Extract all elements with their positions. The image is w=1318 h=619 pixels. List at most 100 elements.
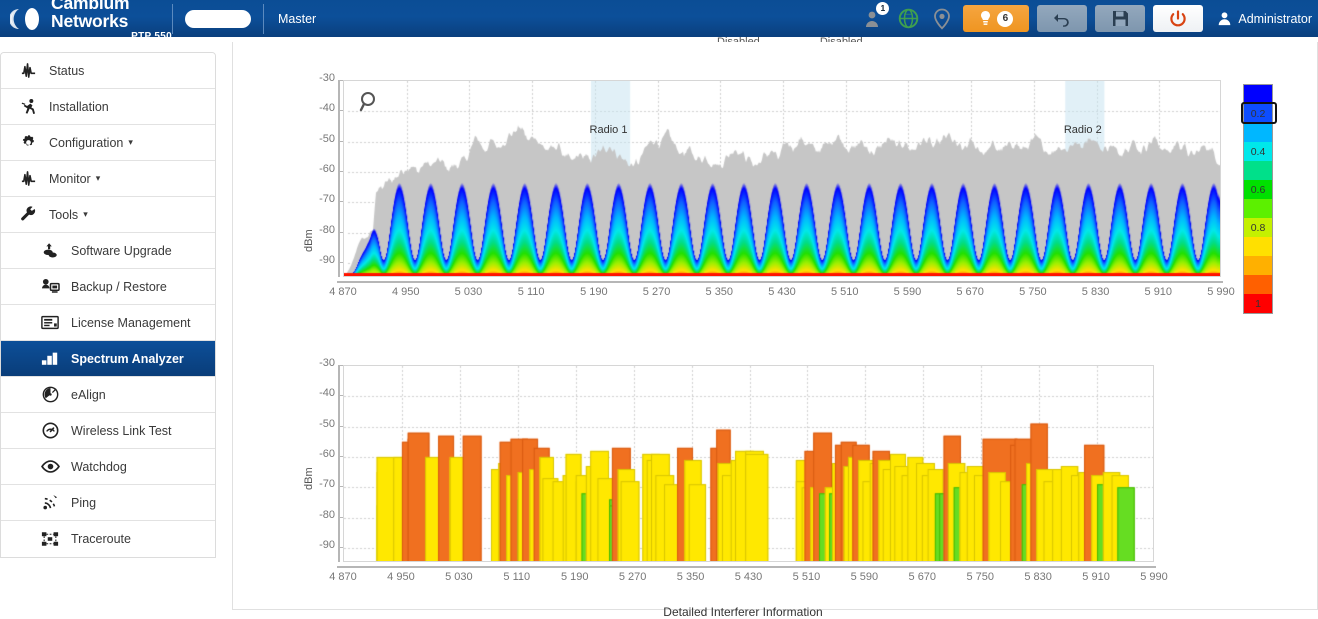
sidebar-item-label: Software Upgrade xyxy=(71,244,172,258)
save-button[interactable] xyxy=(1095,5,1145,32)
upload-server-icon xyxy=(37,242,63,259)
interferer-y-tick: -60 xyxy=(301,448,335,460)
runner-icon xyxy=(15,98,41,115)
interferer-x-tick: 5 190 xyxy=(545,571,605,583)
interferer-y-tick: -70 xyxy=(301,478,335,490)
device-name-pill[interactable] xyxy=(185,10,251,28)
sidebar-item-traceroute[interactable]: Traceroute xyxy=(1,521,215,557)
ping-signal-icon xyxy=(37,494,63,511)
bar-chart-icon xyxy=(37,351,63,366)
location-pin-icon[interactable] xyxy=(925,0,959,37)
interferer-y-tick: -40 xyxy=(301,387,335,399)
waterfall-y-tick: -40 xyxy=(301,102,335,114)
master-label: Master xyxy=(278,12,316,26)
sidebar-item-software-upgrade[interactable]: Software Upgrade xyxy=(1,233,215,269)
interferer-y-tick: -30 xyxy=(301,357,335,369)
power-button[interactable] xyxy=(1153,5,1203,32)
waterfall-x-tick: 5 110 xyxy=(501,286,561,298)
globe-icon[interactable] xyxy=(891,0,925,37)
interferer-x-tick: 5 110 xyxy=(487,571,547,583)
license-card-icon xyxy=(37,315,63,330)
brand-text: Cambium Networks PTP 550 xyxy=(51,0,172,42)
sidebar-item-label: Backup / Restore xyxy=(71,280,167,294)
waterfall-x-tick: 5 510 xyxy=(815,286,875,298)
legend-color-cell xyxy=(1244,237,1272,256)
alerts-button[interactable]: 6 xyxy=(963,5,1029,32)
header-divider-2 xyxy=(263,4,264,34)
spectrum-analyzer-content: dBm 0.20.40.60.81 -30-40-50-60-70-80-904… xyxy=(232,42,1318,610)
waterfall-x-tick: 5 350 xyxy=(689,286,749,298)
sidebar-item-label: Wireless Link Test xyxy=(71,424,172,438)
interferer-x-tick: 5 590 xyxy=(834,571,894,583)
alerts-count: 6 xyxy=(997,11,1013,27)
interferer-x-tick: 5 430 xyxy=(719,571,779,583)
waterfall-x-tick: 5 830 xyxy=(1066,286,1126,298)
sidebar-item-ping[interactable]: Ping xyxy=(1,485,215,521)
waterfall-x-tick: 5 430 xyxy=(752,286,812,298)
sidebar-item-label: Ping xyxy=(71,496,96,510)
sidebar-item-backup-restore[interactable]: Backup / Restore xyxy=(1,269,215,305)
sidebar-item-license-management[interactable]: License Management xyxy=(1,305,215,341)
legend-color-cell: 0.2 xyxy=(1244,104,1272,123)
eye-icon xyxy=(37,459,63,474)
radio-band-label: Radio 1 xyxy=(590,124,628,136)
legend-tick-label: 0.2 xyxy=(1244,108,1272,120)
sidebar-item-status[interactable]: Status xyxy=(1,53,215,89)
waterfall-x-tick: 5 750 xyxy=(1003,286,1063,298)
radio-band-label: Radio 2 xyxy=(1064,124,1102,136)
interferer-plot-area[interactable] xyxy=(343,365,1154,562)
undo-button[interactable] xyxy=(1037,5,1087,32)
interferer-x-tick: 5 030 xyxy=(429,571,489,583)
interferer-x-tick: 4 870 xyxy=(313,571,373,583)
user-sessions-badge: 1 xyxy=(876,2,889,15)
wrench-icon xyxy=(15,206,41,223)
interferer-x-tick: 5 990 xyxy=(1124,571,1184,583)
sidebar-item-label: License Management xyxy=(71,316,191,330)
waterfall-x-tick: 5 910 xyxy=(1128,286,1188,298)
brand-logo-block: Cambium Networks PTP 550 xyxy=(0,0,172,42)
sidebar-item-ealign[interactable]: eAlign xyxy=(1,377,215,413)
interferer-x-tick: 5 350 xyxy=(661,571,721,583)
sidebar-item-label: Monitor xyxy=(49,172,91,186)
legend-color-cell xyxy=(1244,85,1272,104)
waterfall-x-tick: 4 870 xyxy=(313,286,373,298)
sidebar-item-installation[interactable]: Installation xyxy=(1,89,215,125)
user-icon xyxy=(1217,11,1232,26)
chevron-down-icon: ▾ xyxy=(128,137,133,148)
sidebar-item-configuration[interactable]: Configuration▾ xyxy=(1,125,215,161)
user-sessions-icon[interactable]: 1 xyxy=(857,0,891,37)
sidebar-item-label: Traceroute xyxy=(71,532,131,546)
sidebar-item-tools[interactable]: Tools▾ xyxy=(1,197,215,233)
legend-color-cell: 0.4 xyxy=(1244,142,1272,161)
sidebar-item-label: Spectrum Analyzer xyxy=(71,352,184,366)
waterfall-x-tick: 5 190 xyxy=(564,286,624,298)
spectrum-waterfall-chart: dBm 0.20.40.60.81 -30-40-50-60-70-80-904… xyxy=(233,42,1318,310)
chevron-down-icon: ▾ xyxy=(96,173,101,184)
sidebar-item-wireless-link-test[interactable]: Wireless Link Test xyxy=(1,413,215,449)
waterfall-y-tick: -60 xyxy=(301,163,335,175)
interferer-x-tick: 5 510 xyxy=(776,571,836,583)
interferer-y-tick: -90 xyxy=(301,539,335,551)
waterfall-y-tick: -80 xyxy=(301,224,335,236)
waterfall-y-tick: -50 xyxy=(301,133,335,145)
waterfall-x-tick: 5 670 xyxy=(940,286,1000,298)
waveform-icon xyxy=(15,62,41,79)
magnifier-zoom-icon[interactable] xyxy=(358,90,382,120)
legend-tick-label: 0.4 xyxy=(1244,146,1272,158)
waterfall-y-axis-line xyxy=(338,80,340,277)
waterfall-plot-area[interactable] xyxy=(343,80,1221,277)
legend-color-cell xyxy=(1244,123,1272,142)
cambium-logo-icon xyxy=(10,4,44,34)
sidebar-item-spectrum-analyzer[interactable]: Spectrum Analyzer xyxy=(1,341,215,377)
sidebar-item-monitor[interactable]: Monitor ▾ xyxy=(1,161,215,197)
sidebar-item-label: eAlign xyxy=(71,388,106,402)
sidebar-item-watchdog[interactable]: Watchdog xyxy=(1,449,215,485)
interferer-x-tick: 5 910 xyxy=(1066,571,1126,583)
backup-restore-icon xyxy=(37,278,63,295)
interferer-x-tick: 4 950 xyxy=(371,571,431,583)
antenna-dish-icon xyxy=(37,386,63,403)
admin-label: Administrator xyxy=(1238,12,1312,26)
admin-account[interactable]: Administrator xyxy=(1207,11,1318,26)
legend-color-cell xyxy=(1244,161,1272,180)
waterfall-x-tick: 4 950 xyxy=(376,286,436,298)
